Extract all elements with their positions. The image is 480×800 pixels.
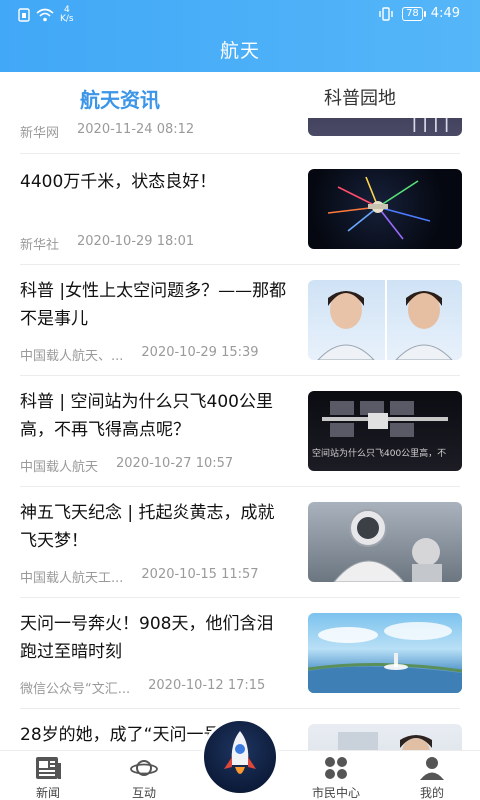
nav-news[interactable]: 新闻 bbox=[8, 755, 88, 800]
article-title: 科普 |女性上太空问题多？——那都不是事儿 bbox=[20, 281, 287, 329]
article-source: 新华网 bbox=[20, 126, 60, 141]
list-item[interactable]: 科普 |女性上太空问题多？——那都不是事儿 中国载人航天、... 2020-10… bbox=[0, 265, 480, 376]
clock: 4:49 bbox=[430, 6, 460, 21]
article-source: 新华社 bbox=[20, 238, 60, 253]
nav-citizen-center[interactable]: 市民中心 bbox=[296, 755, 376, 800]
page-title: 航天 bbox=[219, 40, 260, 62]
article-source: 中国载人航天 bbox=[20, 460, 99, 475]
thumb-caption: 空间站为什么只飞400公里高，不 bbox=[312, 449, 447, 459]
article-title: 科普 | 空间站为什么只飞400公里高，不再飞得高点呢？ bbox=[20, 392, 273, 440]
article-thumbnail bbox=[308, 613, 462, 693]
status-left: 4 K/s bbox=[18, 6, 74, 24]
article-meta: 中国载人航天工... 2020-10-15 11:57 bbox=[20, 567, 300, 586]
center-rocket-button[interactable] bbox=[201, 718, 279, 796]
tab-science-corner[interactable]: 科普园地 bbox=[240, 72, 480, 118]
probe-illustration bbox=[327, 176, 431, 240]
status-bar: 4 K/s 78 4:49 bbox=[0, 0, 480, 28]
nav-interact-label: 互动 bbox=[131, 786, 156, 800]
article-meta: 新华网 2020-11-24 08:12 bbox=[20, 122, 300, 141]
list-item[interactable]: 天问一号奔火！908天，他们含泪跑过至暗时刻 微信公众号“文汇... 2020-… bbox=[0, 598, 480, 709]
planet-icon bbox=[130, 760, 158, 776]
newspaper-icon bbox=[36, 757, 61, 779]
article-date: 2020-10-15 11:57 bbox=[141, 567, 259, 582]
article-date: 2020-11-24 08:12 bbox=[77, 122, 195, 137]
article-thumbnail: |||| bbox=[308, 118, 462, 136]
article-title: 天问一号奔火！908天，他们含泪跑过至暗时刻 bbox=[20, 614, 274, 662]
list-item[interactable]: 科普 | 空间站为什么只飞400公里高，不再飞得高点呢？ 中国载人航天 2020… bbox=[0, 376, 480, 487]
app-header: 4 K/s 78 4:49 航天 bbox=[0, 0, 480, 72]
nav-mine[interactable]: 我的 bbox=[392, 755, 472, 800]
wifi-icon bbox=[36, 8, 54, 22]
article-meta: 中国载人航天、... 2020-10-29 15:39 bbox=[20, 345, 300, 364]
article-thumbnail bbox=[308, 280, 462, 360]
battery-level: 78 bbox=[406, 7, 419, 19]
article-date: 2020-10-29 15:39 bbox=[141, 345, 259, 360]
vibrate-icon bbox=[379, 6, 393, 21]
article-thumbnail: 空间站为什么只飞400公里高，不 bbox=[308, 391, 462, 471]
status-right: 78 4:49 bbox=[378, 6, 460, 21]
article-date: 2020-10-29 18:01 bbox=[77, 234, 195, 249]
rocket-icon bbox=[224, 731, 256, 774]
nav-citizen-center-label: 市民中心 bbox=[311, 786, 360, 800]
article-title: 4400万千米，状态良好！ bbox=[20, 172, 217, 192]
net-speed-unit: K/s bbox=[60, 14, 74, 24]
nav-news-label: 新闻 bbox=[35, 786, 60, 800]
bottom-nav: 新闻 互动 市民中心 我的 bbox=[0, 718, 480, 800]
nav-mine-label: 我的 bbox=[419, 786, 444, 800]
article-meta: 微信公众号“文汇... 2020-10-12 17:15 bbox=[20, 678, 300, 697]
thumb-overlay-text: |||| bbox=[411, 118, 454, 132]
news-list: 新华网 2020-11-24 08:12 |||| 4400万千米，状态良好！ … bbox=[0, 118, 480, 750]
space-station-illustration bbox=[322, 401, 448, 437]
article-date: 2020-10-12 17:15 bbox=[148, 678, 266, 693]
battery-indicator: 78 bbox=[402, 6, 426, 21]
tab-space-news[interactable]: 航天资讯 bbox=[0, 72, 240, 118]
list-item[interactable]: 神五飞天纪念 | 托起炎黄志，成就飞天梦！ 中国载人航天工... 2020-10… bbox=[0, 487, 480, 598]
article-thumbnail bbox=[308, 502, 462, 582]
user-icon bbox=[420, 757, 444, 780]
sim-icon bbox=[18, 8, 30, 22]
astronauts-photo bbox=[317, 280, 453, 360]
article-source: 中国载人航天工... bbox=[20, 571, 124, 586]
article-meta: 新华社 2020-10-29 18:01 bbox=[20, 234, 300, 253]
article-source: 中国载人航天、... bbox=[20, 349, 124, 364]
article-source: 微信公众号“文汇... bbox=[20, 682, 131, 697]
list-item[interactable]: 新华网 2020-11-24 08:12 |||| bbox=[0, 118, 480, 154]
launch-site-photo bbox=[308, 622, 462, 693]
article-thumbnail bbox=[308, 724, 462, 750]
article-title: 神五飞天纪念 | 托起炎黄志，成就飞天梦！ bbox=[20, 503, 275, 551]
list-item[interactable]: 4400万千米，状态良好！ 新华社 2020-10-29 18:01 bbox=[0, 154, 480, 265]
article-meta: 中国载人航天 2020-10-27 10:57 bbox=[20, 456, 300, 475]
portrait-photo bbox=[338, 732, 432, 750]
article-thumbnail bbox=[308, 169, 462, 249]
net-speed: 4 K/s bbox=[60, 6, 74, 24]
tab-bar: 航天资讯 科普园地 bbox=[0, 72, 480, 118]
nav-interact[interactable]: 互动 bbox=[104, 755, 184, 800]
article-date: 2020-10-27 10:57 bbox=[116, 456, 234, 471]
astronaut-suit-photo bbox=[333, 509, 442, 582]
grid-icon bbox=[325, 757, 347, 779]
